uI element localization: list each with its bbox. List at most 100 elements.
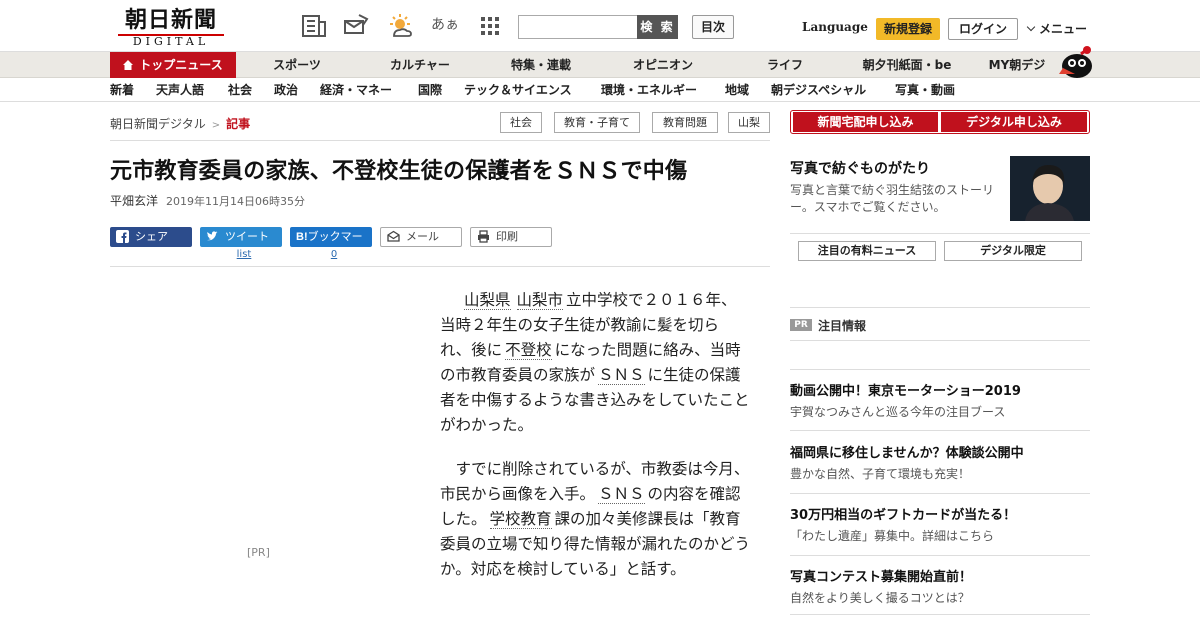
publish-date: 2019年11月14日06時35分 [166, 195, 305, 208]
breadcrumb-current: 記事 [226, 117, 251, 131]
article-paragraph: 山梨県 山梨市 立中学校で２０１６年、当時２年生の女子生徒が教諭に髪を切られ、後に不… [440, 288, 750, 438]
home-icon [123, 60, 134, 70]
chevron-down-icon [1026, 22, 1036, 32]
nav-item-my-asadigi[interactable]: MY朝デジ [984, 52, 1050, 78]
nav2-item-international[interactable]: 国際 [418, 78, 442, 102]
keyword-link[interactable]: 学校教育 [489, 510, 552, 529]
register-button[interactable]: 新規登録 [876, 18, 940, 40]
print-button[interactable]: 印刷 [470, 227, 552, 247]
tab-digital-only[interactable]: デジタル限定 [944, 241, 1082, 261]
tag-education[interactable]: 教育・子育て [554, 112, 640, 133]
nav2-item-tensei-jingo[interactable]: 天声人語 [156, 78, 204, 102]
notification-icon[interactable] [342, 12, 370, 40]
keyword-link[interactable]: 不登校 [505, 341, 552, 360]
divider [790, 555, 1090, 556]
tag-society[interactable]: 社会 [500, 112, 542, 133]
nav-label: トップニュース [139, 58, 223, 72]
search-input[interactable] [518, 15, 638, 39]
hatena-count[interactable]: 0 [326, 249, 342, 260]
pr-item-title[interactable]: 30万円相当のギフトカードが当たる！ [790, 504, 1016, 523]
photo-story-thumbnail[interactable] [1010, 156, 1090, 221]
nav2-item-region[interactable]: 地域 [725, 78, 749, 102]
pr-item-desc: 自然をより美しく撮るコツとは？ [790, 591, 970, 605]
divider [790, 493, 1090, 494]
nav-item-top-news[interactable]: トップニュース [110, 52, 236, 78]
facebook-label: シェア [135, 230, 168, 243]
nav-item-sports[interactable]: スポーツ [266, 52, 328, 78]
subscribe-paper-button[interactable]: 新聞宅配申し込み [793, 112, 938, 132]
pr-heading: 注目情報 [818, 319, 867, 333]
keyword-link[interactable]: ＳＮＳ [598, 366, 645, 385]
login-button[interactable]: ログイン [948, 18, 1018, 40]
weather-icon[interactable] [386, 12, 414, 40]
divider [110, 140, 770, 141]
nav2-item-tech-science[interactable]: テック＆サイエンス [464, 78, 572, 102]
photo-story-title[interactable]: 写真で紡ぐものがたり [790, 158, 930, 178]
breadcrumb: 朝日新聞デジタル > 記事 [110, 115, 250, 132]
nav-item-life[interactable]: ライフ [762, 52, 808, 78]
nav2-item-latest[interactable]: 新着 [110, 78, 134, 102]
pr-item-title[interactable]: 動画公開中！東京モーターショー2019 [790, 380, 1021, 399]
twitter-icon [207, 230, 218, 240]
twitter-share-button[interactable]: ツイート [200, 227, 282, 247]
facebook-icon [116, 229, 129, 243]
mail-label: メール [406, 230, 439, 243]
newspaper-icon[interactable] [300, 12, 328, 40]
nav2-item-politics[interactable]: 政治 [274, 78, 298, 102]
language-link[interactable]: Language [802, 20, 868, 34]
pr-item-title[interactable]: 福岡県に移住しませんか？体験談公開中 [790, 442, 1024, 461]
ad-label: [PR] [247, 546, 270, 559]
logo-subtitle: DIGITAL [132, 35, 210, 48]
apps-grid-icon[interactable] [476, 12, 504, 40]
breadcrumb-home[interactable]: 朝日新聞デジタル [110, 117, 206, 131]
tag-education-issues[interactable]: 教育問題 [652, 112, 718, 133]
keyword-link[interactable]: 山梨市 [516, 291, 564, 310]
divider [790, 307, 1090, 308]
site-logo[interactable]: 朝日新聞 DIGITAL [112, 8, 230, 48]
nav2-item-special[interactable]: 朝デジスペシャル [771, 78, 866, 102]
nav2-item-society[interactable]: 社会 [228, 78, 252, 102]
mascot-icon[interactable] [1055, 44, 1093, 78]
pr-item-title[interactable]: 写真コンテスト募集開始直前！ [790, 566, 972, 585]
hatena-icon: B! [296, 231, 308, 243]
nav2-item-photo-video[interactable]: 写真・動画 [895, 78, 955, 102]
toc-button[interactable]: 目次 [692, 15, 734, 39]
breadcrumb-separator: > [211, 120, 221, 131]
logo-wordmark: 朝日新聞 [124, 7, 217, 33]
pr-item-desc: 宇賀なつみさんと巡る今年の注目ブース [790, 405, 1006, 419]
tag-yamanashi[interactable]: 山梨 [728, 112, 770, 133]
menu-label: メニュー [1039, 22, 1088, 36]
keyword-link[interactable]: ＳＮＳ [598, 485, 645, 504]
mail-button[interactable]: メール [380, 227, 462, 247]
nav-item-paper[interactable]: 朝夕刊紙面・be [858, 52, 956, 78]
hatena-bookmark-button[interactable]: B!ブックマーク [290, 227, 372, 263]
keyword-link[interactable]: 山梨県 [464, 291, 511, 310]
divider [790, 369, 1090, 370]
font-size-icon[interactable]: あぁ [431, 12, 459, 40]
article-paragraph: すでに削除されているが、市教委は今月、市民から画像を入手。 ＳＮＳ の内容を確認した… [440, 457, 750, 582]
photo-story-desc: 写真と言葉で紡ぐ羽生結弦のストーリー。スマホでご覧ください。 [790, 183, 995, 214]
pr-item-desc: 豊かな自然、子育て環境も充実！ [790, 467, 971, 481]
print-icon [478, 229, 489, 243]
author: 平畑玄洋 [110, 194, 159, 208]
subscribe-digital-button[interactable]: デジタル申し込み [941, 112, 1087, 132]
divider [790, 430, 1090, 431]
nav2-item-environment[interactable]: 環境・エネルギー [601, 78, 697, 102]
nav-item-features[interactable]: 特集・連載 [505, 52, 577, 78]
nav-item-culture[interactable]: カルチャー [382, 52, 458, 78]
divider [790, 614, 1090, 615]
facebook-share-button[interactable]: シェア [110, 227, 192, 247]
byline: 平畑玄洋 2019年11月14日06時35分 [110, 192, 305, 209]
primary-nav: トップニュース スポーツ カルチャー 特集・連載 オピニオン ライフ 朝夕刊紙面… [0, 52, 1200, 78]
divider [790, 233, 1090, 234]
twitter-label: ツイート [225, 230, 269, 243]
menu-button[interactable]: メニュー [1026, 20, 1088, 37]
print-label: 印刷 [496, 230, 518, 243]
pr-item-desc: 「わたし遺産」募集中。詳細はこちら [790, 529, 995, 543]
nav-item-opinion[interactable]: オピニオン [627, 52, 699, 78]
nav2-item-economy[interactable]: 経済・マネー [320, 78, 392, 102]
tab-paid-news[interactable]: 注目の有料ニュース [798, 241, 936, 261]
twitter-count[interactable]: list [230, 249, 258, 260]
site-header: 朝日新聞 DIGITAL あぁ 検 索 目次 Language 新規登録 ログイ… [0, 0, 1200, 52]
search-button[interactable]: 検 索 [637, 15, 678, 39]
